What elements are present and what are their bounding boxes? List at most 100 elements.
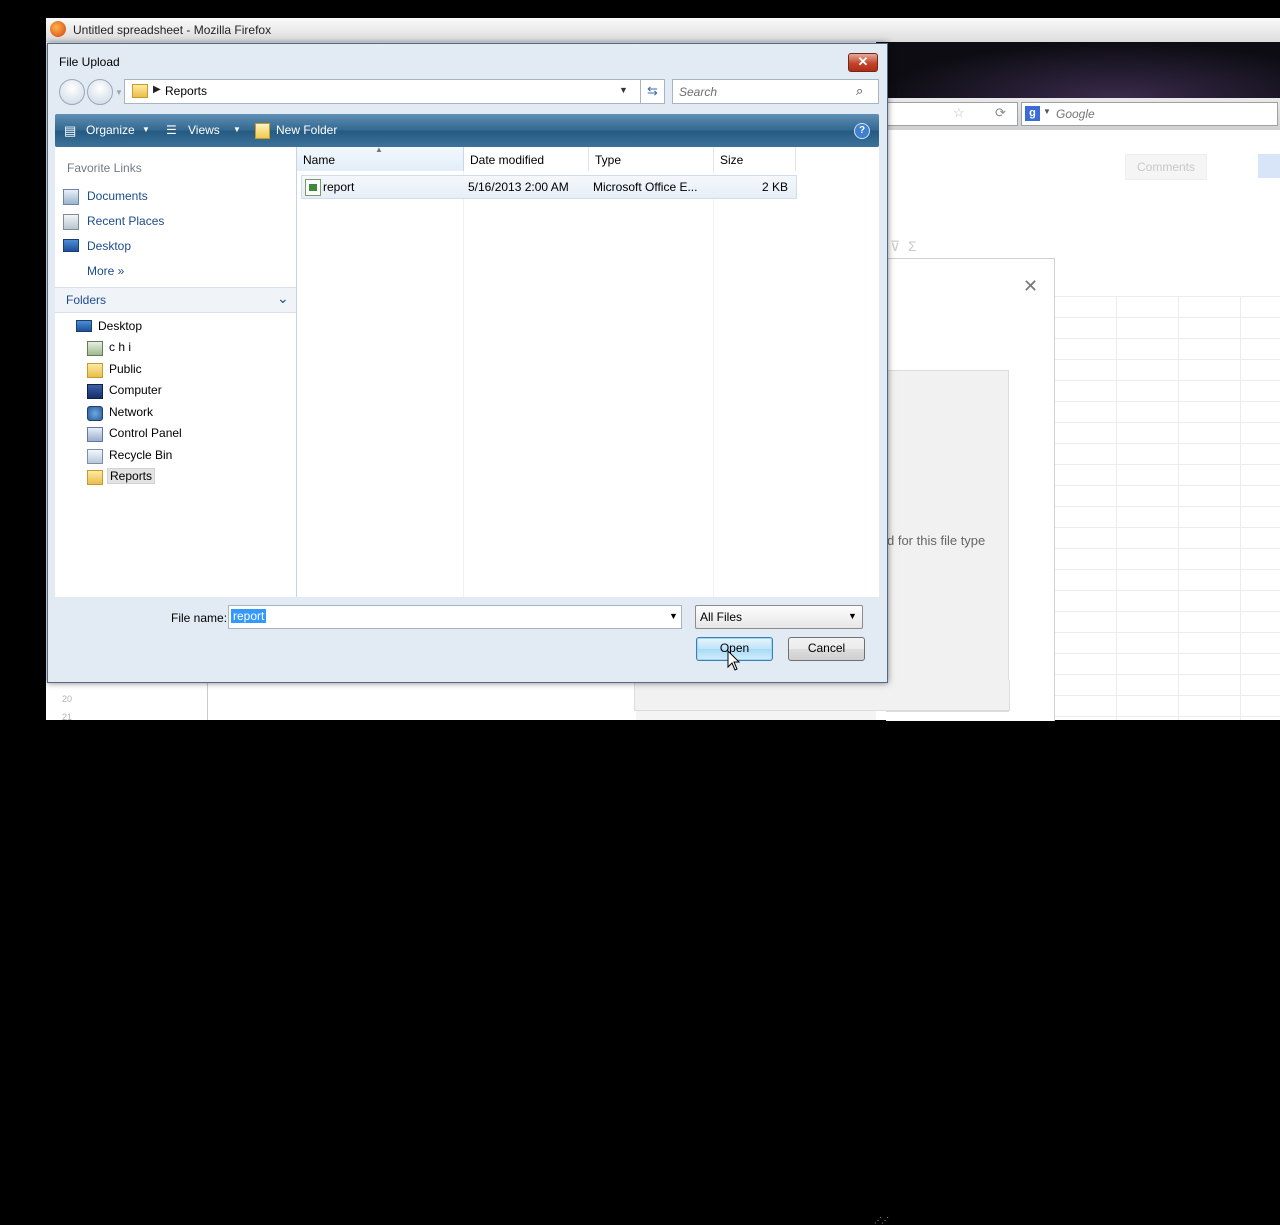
search-engine-dropdown-icon[interactable]: ▼ xyxy=(1043,107,1051,116)
organize-icon: ▤ xyxy=(64,123,77,138)
desktop-icon xyxy=(76,320,92,332)
tree-item-label: Public xyxy=(109,362,142,376)
firefox-title: Untitled spreadsheet - Mozilla Firefox xyxy=(73,23,272,37)
import-dialog-close-icon[interactable]: ✕ xyxy=(1023,276,1038,297)
file-type-value: All Files xyxy=(700,610,743,624)
file-name-value: report xyxy=(231,609,267,623)
recent-pages-dropdown-icon[interactable]: ▼ xyxy=(115,88,123,97)
google-logo-icon: g xyxy=(1025,106,1040,121)
help-icon[interactable]: ? xyxy=(854,123,870,139)
command-bar: ▤ Organize ▼ ☰ Views ▼ New Folder ? xyxy=(55,114,879,147)
column-separator xyxy=(713,171,714,597)
favorite-links-heading: Favorite Links xyxy=(67,161,142,175)
dialog-title: File Upload xyxy=(59,55,120,69)
forward-button[interactable] xyxy=(87,79,113,105)
tree-item-label: Network xyxy=(109,405,154,419)
file-list: Name ▲ Date modified Type Size report 5/… xyxy=(297,145,879,597)
views-icon: ☰ xyxy=(166,123,177,137)
firefox-search-placeholder: Google xyxy=(1056,107,1095,121)
file-name-input[interactable]: report ▼ xyxy=(228,605,682,629)
network-icon xyxy=(87,406,103,421)
tree-item-label: Computer xyxy=(109,383,162,397)
refresh-button[interactable]: ⇆ xyxy=(640,79,665,104)
spreadsheet-grid[interactable] xyxy=(1054,296,1280,720)
favorite-link-documents[interactable]: Documents xyxy=(63,187,283,207)
import-drop-area-lower xyxy=(634,680,1010,711)
tree-item-label: Control Panel xyxy=(109,426,182,440)
share-button[interactable] xyxy=(1258,154,1280,178)
row-numbers: 20 21 xyxy=(62,690,72,726)
address-dropdown-icon[interactable]: ▼ xyxy=(619,85,628,95)
firefox-search-box[interactable]: g ▼ Google xyxy=(1021,102,1278,126)
column-header-label: Size xyxy=(720,153,744,167)
sum-icon[interactable]: Σ xyxy=(908,238,917,254)
favorite-link-recent-places[interactable]: Recent Places xyxy=(63,212,283,232)
import-dialog-lower xyxy=(207,680,636,720)
tree-item-label: Reports xyxy=(107,468,156,484)
views-dropdown-icon[interactable]: ▼ xyxy=(233,125,241,134)
file-upload-dialog: File Upload ✕ ▼ ▶ Reports ▼ ⇆ Search ⌕ ▤… xyxy=(47,43,889,1225)
tree-item-label: Desktop xyxy=(98,319,143,333)
firefox-titlebar: Untitled spreadsheet - Mozilla Firefox xyxy=(46,18,1280,42)
breadcrumb-arrow-icon[interactable]: ▶ xyxy=(153,84,161,95)
organize-dropdown-icon[interactable]: ▼ xyxy=(142,125,150,134)
organize-button[interactable]: Organize xyxy=(86,123,135,137)
column-header-label: Name xyxy=(303,153,336,167)
documents-icon xyxy=(63,189,79,205)
file-type-select[interactable]: All Files ▼ xyxy=(695,605,863,629)
firefox-logo-icon xyxy=(50,21,66,37)
new-folder-icon xyxy=(255,123,270,139)
reload-icon[interactable]: ⟳ xyxy=(995,105,1006,121)
computer-icon xyxy=(87,384,103,399)
file-type: Microsoft Office E... xyxy=(593,180,698,194)
column-header-type[interactable]: Type xyxy=(589,147,714,171)
file-date: 5/16/2013 2:00 AM xyxy=(468,180,569,194)
chevron-down-icon[interactable]: ⌄ xyxy=(277,290,289,307)
import-drop-text: d for this file type xyxy=(887,533,986,548)
favorite-link-more[interactable]: More » xyxy=(63,262,283,282)
column-separator xyxy=(463,171,464,597)
column-header-size[interactable]: Size xyxy=(714,147,796,171)
column-header-name[interactable]: Name ▲ xyxy=(297,145,464,171)
back-button[interactable] xyxy=(59,79,85,105)
bookmark-star-icon[interactable]: ☆ xyxy=(953,105,965,121)
comments-button[interactable]: Comments xyxy=(1125,154,1207,180)
file-name-label: File name: xyxy=(171,611,228,625)
file-row[interactable]: report 5/16/2013 2:00 AM Microsoft Offic… xyxy=(301,175,797,199)
tree-item-label: c h i xyxy=(109,340,132,354)
desktop-icon xyxy=(63,239,79,252)
breadcrumb-current[interactable]: Reports xyxy=(165,84,207,98)
favorite-link-label: More » xyxy=(87,264,125,278)
excel-file-icon xyxy=(305,179,321,196)
user-folder-icon xyxy=(87,341,103,356)
favorite-link-label: Recent Places xyxy=(87,214,165,228)
row-number: 20 xyxy=(62,694,73,704)
navigation-pane: Favorite Links Documents Recent Places D… xyxy=(55,147,297,597)
search-icon[interactable]: ⌕ xyxy=(856,83,863,99)
folder-icon xyxy=(132,84,148,98)
file-name-dropdown-icon[interactable]: ▼ xyxy=(669,611,678,621)
cancel-button[interactable]: Cancel xyxy=(788,637,865,661)
search-input[interactable]: Search ⌕ xyxy=(672,79,879,104)
views-button[interactable]: Views xyxy=(188,123,220,137)
new-folder-button[interactable]: New Folder xyxy=(276,123,337,137)
close-button[interactable]: ✕ xyxy=(848,53,878,72)
favorite-link-label: Desktop xyxy=(87,239,132,253)
file-type-dropdown-icon[interactable]: ▼ xyxy=(848,611,857,621)
favorite-link-desktop[interactable]: Desktop xyxy=(63,237,283,257)
firefox-navbar: ☆ ⟳ g ▼ Google xyxy=(876,98,1280,130)
sort-ascending-icon: ▲ xyxy=(375,145,383,154)
folder-icon xyxy=(87,363,103,378)
resize-grip-icon[interactable]: ⋰⋰ xyxy=(874,1216,889,1225)
folder-icon xyxy=(87,470,103,485)
column-header-date[interactable]: Date modified xyxy=(464,147,589,171)
column-header-label: Type xyxy=(595,153,622,167)
url-bar[interactable]: ☆ ⟳ xyxy=(876,102,1018,126)
mouse-cursor-icon xyxy=(727,650,741,671)
address-bar[interactable]: ▶ Reports ▼ xyxy=(124,79,641,104)
column-header-label: Date modified xyxy=(470,153,545,167)
filter-icon[interactable]: ⊽ xyxy=(890,238,900,254)
folders-header[interactable]: Folders ⌄ xyxy=(55,287,296,313)
file-size: 2 KB xyxy=(761,180,788,194)
recent-places-icon xyxy=(63,214,79,230)
